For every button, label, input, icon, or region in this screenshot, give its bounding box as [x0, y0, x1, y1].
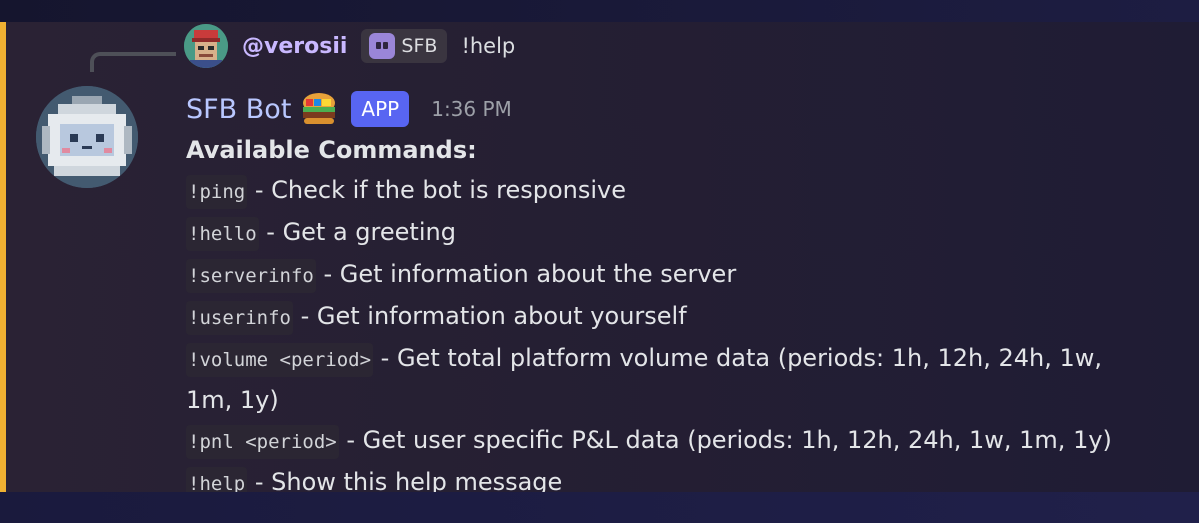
message-timestamp[interactable]: 1:36 PM [431, 97, 512, 121]
server-tag[interactable]: SFB [361, 29, 448, 63]
command-code: !serverinfo [186, 259, 316, 293]
chat-message[interactable]: @verosii SFB !help SFB Bot APP 1:36 PM A… [0, 22, 1199, 501]
command-line: !hello - Get a greeting [186, 212, 1146, 254]
command-line: !ping - Check if the bot is responsive [186, 170, 1146, 212]
reply-connector [90, 52, 176, 72]
robot-avatar-icon[interactable] [36, 86, 138, 188]
command-code: !pnl <period> [186, 425, 339, 459]
command-code: !volume <period> [186, 343, 374, 377]
reply-author[interactable]: @verosii [242, 34, 347, 59]
command-line: !userinfo - Get information about yourse… [186, 296, 1146, 338]
reply-content[interactable]: !help [461, 34, 515, 58]
command-code: !userinfo [186, 301, 293, 335]
sfb-burger-icon [299, 89, 339, 129]
message-header: SFB Bot APP 1:36 PM [186, 88, 512, 130]
ghost-icon [369, 33, 396, 59]
command-code: !hello [186, 217, 259, 251]
message-author[interactable]: SFB Bot [186, 94, 291, 125]
bottom-band [0, 492, 1199, 523]
command-description: - Get information about the server [323, 260, 737, 288]
command-code: !ping [186, 175, 248, 209]
commands-heading: Available Commands: [186, 136, 477, 164]
message-body: Available Commands: !ping - Check if the… [186, 130, 1146, 504]
pixel-art-avatar-icon[interactable] [184, 24, 228, 68]
mention-highlight-bar [0, 22, 6, 492]
command-line: !volume <period> - Get total platform vo… [186, 338, 1146, 420]
command-line: !serverinfo - Get information about the … [186, 254, 1146, 296]
top-band [0, 0, 1199, 22]
command-line: !pnl <period> - Get user specific P&L da… [186, 420, 1146, 462]
reply-reference[interactable]: @verosii SFB !help [184, 24, 515, 68]
server-tag-label: SFB [401, 35, 438, 57]
command-description: - Get information about yourself [300, 302, 687, 330]
command-description: - Get a greeting [266, 218, 456, 246]
app-badge: APP [351, 91, 410, 127]
command-description: - Check if the bot is responsive [254, 176, 626, 204]
command-description: - Get user specific P&L data (periods: 1… [346, 426, 1112, 454]
